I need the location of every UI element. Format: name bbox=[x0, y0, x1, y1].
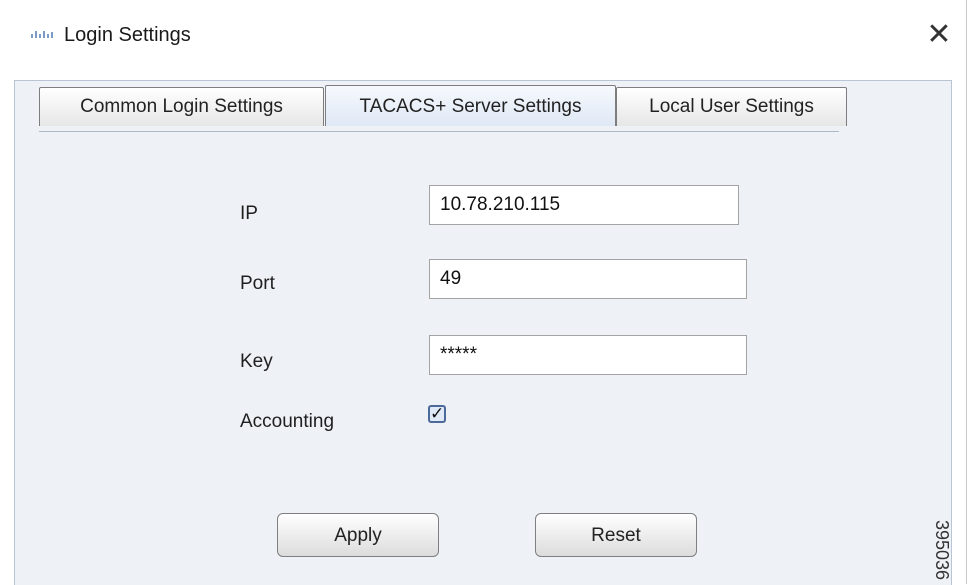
login-settings-window: Login Settings ✕ Common Login Settings T… bbox=[0, 0, 967, 585]
window-title: Login Settings bbox=[64, 24, 191, 46]
key-label: Key bbox=[240, 351, 273, 372]
accounting-checkbox[interactable]: ✓ bbox=[428, 405, 446, 423]
key-input[interactable] bbox=[429, 335, 747, 375]
tab-panel: Common Login Settings TACACS+ Server Set… bbox=[14, 80, 952, 585]
port-label: Port bbox=[240, 273, 275, 294]
accounting-label: Accounting bbox=[240, 411, 335, 432]
close-icon[interactable]: ✕ bbox=[920, 16, 958, 54]
tab-local-user-settings[interactable]: Local User Settings bbox=[616, 87, 847, 126]
title-bar: Login Settings ✕ bbox=[0, 0, 966, 78]
figure-number: 395036 bbox=[932, 520, 952, 581]
ip-label: IP bbox=[240, 203, 258, 224]
tab-tacacs-server-settings[interactable]: TACACS+ Server Settings bbox=[325, 85, 616, 126]
tab-divider bbox=[39, 131, 839, 132]
reset-button[interactable]: Reset bbox=[535, 513, 697, 557]
tab-common-login-settings[interactable]: Common Login Settings bbox=[39, 87, 324, 126]
ip-input[interactable] bbox=[429, 185, 739, 225]
apply-button[interactable]: Apply bbox=[277, 513, 439, 557]
port-input[interactable] bbox=[429, 259, 747, 299]
cisco-icon bbox=[31, 31, 53, 38]
